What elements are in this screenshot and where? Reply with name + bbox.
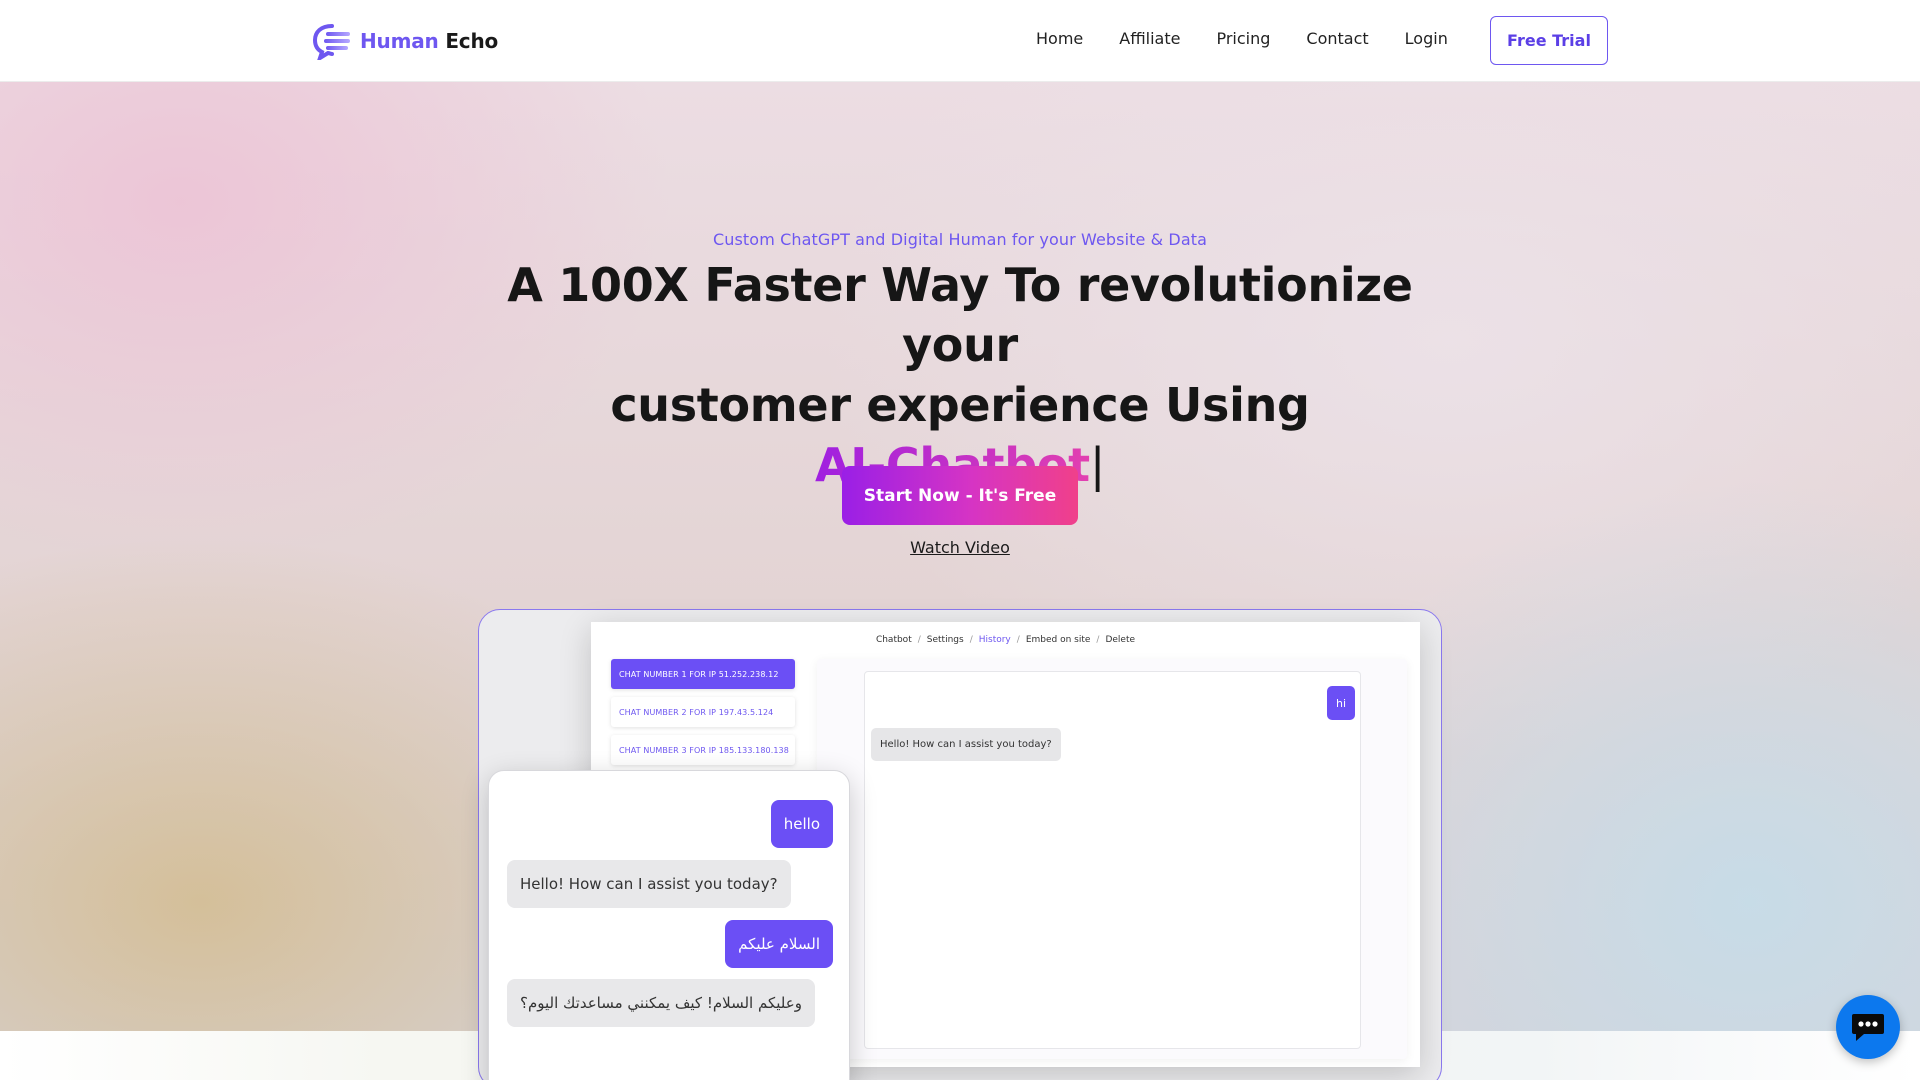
navbar: Human Echo Home Affiliate Pricing Contac… xyxy=(0,0,1920,82)
brand-logo-link[interactable]: Human Echo xyxy=(312,22,498,60)
chat-history-transcript: hi Hello! How can I assist you today? xyxy=(864,671,1361,1049)
history-bot-message: Hello! How can I assist you today? xyxy=(871,728,1061,761)
nav-link-pricing[interactable]: Pricing xyxy=(1216,29,1270,48)
free-trial-button[interactable]: Free Trial xyxy=(1490,16,1608,65)
breadcrumb-separator: / xyxy=(969,635,973,645)
mobile-user-message: السلام عليكم xyxy=(725,920,833,968)
brand-name-part1: Human xyxy=(360,29,439,53)
nav-link-login[interactable]: Login xyxy=(1405,29,1448,48)
chat-history-panel: hi Hello! How can I assist you today? xyxy=(817,659,1407,1059)
breadcrumb-separator: / xyxy=(1096,635,1100,645)
chat-session-item[interactable]: CHAT NUMBER 1 FOR IP 51.252.238.12 xyxy=(611,659,795,689)
nav-link-affiliate[interactable]: Affiliate xyxy=(1119,29,1180,48)
chat-session-item[interactable]: CHAT NUMBER 2 FOR IP 197.43.5.124 xyxy=(611,697,795,727)
chat-session-item[interactable]: CHAT NUMBER 3 FOR IP 185.133.180.138 xyxy=(611,735,795,765)
headline-line-2: customer experience Using xyxy=(610,378,1310,432)
headline-line-1: A 100X Faster Way To revolutionize your xyxy=(507,258,1413,372)
nav-link-home[interactable]: Home xyxy=(1036,29,1083,48)
mobile-bot-message: وعليكم السلام! كيف يمكنني مساعدتك اليوم؟ xyxy=(507,979,815,1027)
start-now-button[interactable]: Start Now - It's Free xyxy=(842,466,1078,525)
breadcrumb-delete[interactable]: Delete xyxy=(1105,635,1135,645)
watch-video-row: Watch Video xyxy=(0,538,1920,557)
brand-name-part2: Echo xyxy=(445,29,499,53)
breadcrumb-embed[interactable]: Embed on site xyxy=(1026,635,1091,645)
chat-bubble-icon xyxy=(1852,1014,1884,1041)
chat-session-list: CHAT NUMBER 1 FOR IP 51.252.238.12 CHAT … xyxy=(611,659,795,765)
watch-video-link[interactable]: Watch Video xyxy=(910,538,1010,557)
main-nav: Home Affiliate Pricing Contact Login xyxy=(1036,29,1448,48)
mobile-chat-preview: hello Hello! How can I assist you today?… xyxy=(488,770,850,1080)
breadcrumb-history[interactable]: History xyxy=(979,635,1011,645)
brand-name: Human Echo xyxy=(360,29,498,53)
breadcrumb-chatbot[interactable]: Chatbot xyxy=(876,635,912,645)
breadcrumb: Chatbot / Settings / History / Embed on site / D… xyxy=(591,635,1420,645)
brand-logo-icon xyxy=(312,24,350,60)
hero-eyebrow: Custom ChatGPT and Digital Human for you… xyxy=(712,230,1207,249)
hero-headline: A 100X Faster Way To revolutionize your … xyxy=(460,255,1460,495)
mobile-bot-message: Hello! How can I assist you today? xyxy=(507,860,791,908)
breadcrumb-separator: / xyxy=(1016,635,1020,645)
breadcrumb-separator: / xyxy=(917,635,921,645)
breadcrumb-settings[interactable]: Settings xyxy=(927,635,964,645)
chat-widget-button[interactable] xyxy=(1836,995,1900,1059)
history-user-message: hi xyxy=(1326,686,1355,720)
nav-link-contact[interactable]: Contact xyxy=(1306,29,1368,48)
typing-cursor: | xyxy=(1089,438,1106,492)
mobile-user-message: hello xyxy=(770,800,833,848)
